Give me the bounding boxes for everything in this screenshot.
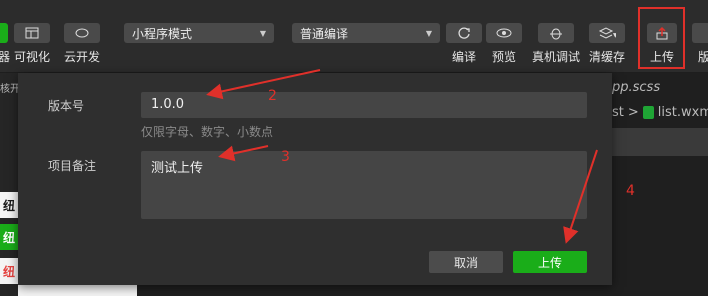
annotation-3: 3 xyxy=(281,149,290,165)
annotation-4: 4 xyxy=(626,183,635,199)
annotation-arrows xyxy=(206,69,598,244)
annotation-2: 2 xyxy=(268,88,277,104)
arrow-3 xyxy=(218,145,269,162)
arrow-4 xyxy=(563,149,598,244)
arrow-2 xyxy=(206,69,321,100)
